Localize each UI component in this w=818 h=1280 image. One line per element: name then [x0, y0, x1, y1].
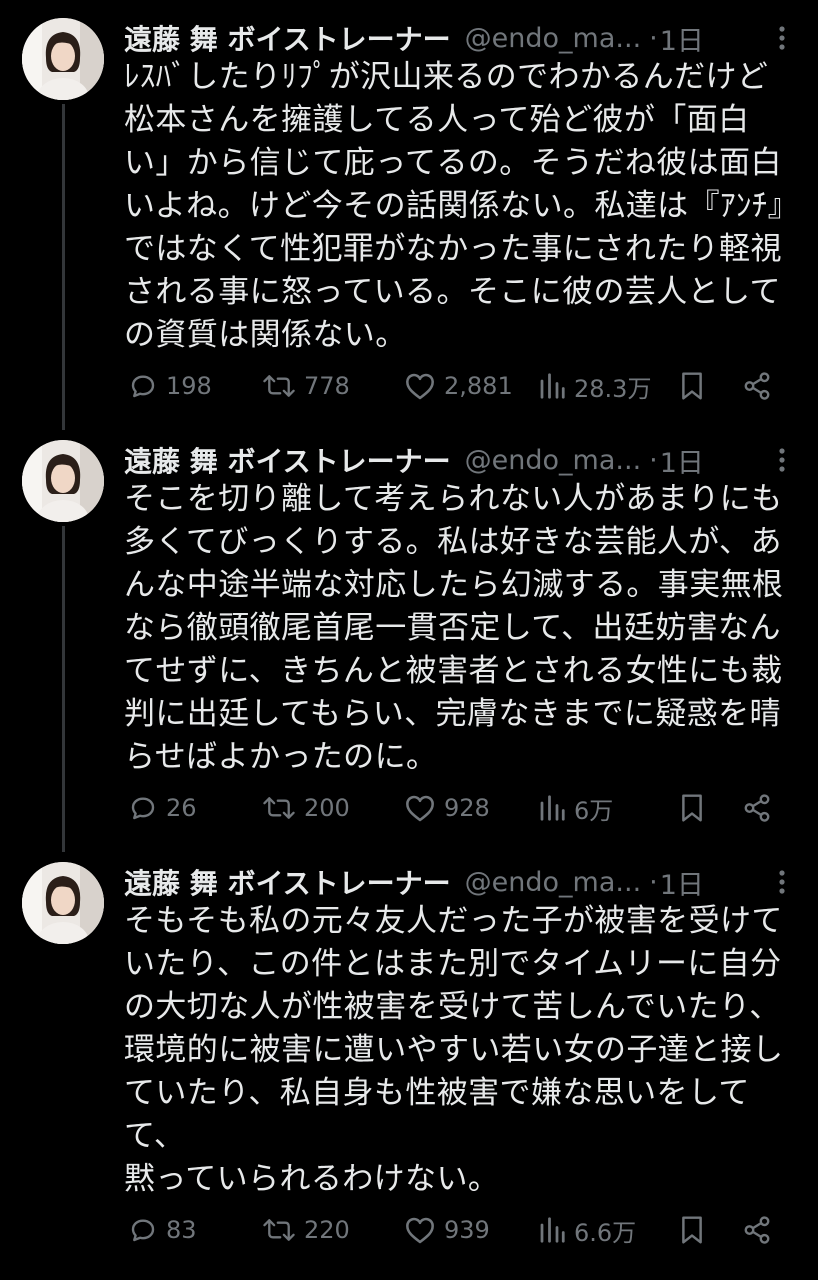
- repost-count: 220: [304, 1216, 350, 1244]
- bookmark-icon: [682, 1216, 702, 1244]
- reply-button[interactable]: 198: [128, 366, 212, 406]
- author-name[interactable]: 遠藤 舞 ボイストレーナー: [124, 440, 451, 480]
- reply-icon: [131, 797, 155, 820]
- reply-icon: [131, 375, 155, 398]
- share-icon: [744, 1216, 770, 1244]
- like-icon: [406, 1217, 434, 1244]
- separator: ·: [649, 22, 658, 54]
- like-icon: [406, 373, 434, 400]
- avatar[interactable]: [22, 18, 104, 100]
- tweet[interactable]: 遠藤 舞 ボイストレーナー @endo_ma... · 1日 そもそも私の元々友…: [0, 862, 818, 1262]
- author-handle[interactable]: @endo_ma...: [465, 445, 641, 476]
- bookmark-icon: [682, 794, 702, 822]
- share-button[interactable]: [742, 1210, 772, 1250]
- reply-count: 83: [166, 1216, 197, 1244]
- tweet[interactable]: 遠藤 舞 ボイストレーナー @endo_ma... · 1日 ﾚｽﾊﾞしたりﾘﾌ…: [0, 18, 818, 418]
- share-icon: [744, 372, 770, 400]
- like-button[interactable]: 2,881: [404, 366, 513, 406]
- share-button[interactable]: [742, 366, 772, 406]
- like-count: 939: [444, 1216, 490, 1244]
- tweet-actions: 26 200 928 6万: [128, 788, 788, 828]
- share-icon: [744, 794, 770, 822]
- repost-button[interactable]: 200: [262, 788, 350, 828]
- views-count: 6万: [574, 796, 614, 825]
- timestamp[interactable]: 1日: [660, 441, 704, 480]
- reply-icon: [131, 1219, 155, 1242]
- repost-icon: [263, 1219, 295, 1241]
- tweet-header: 遠藤 舞 ボイストレーナー @endo_ma... · 1日: [124, 862, 794, 902]
- tweet-actions: 83 220 939 6.6万: [128, 1210, 788, 1250]
- author-name[interactable]: 遠藤 舞 ボイストレーナー: [124, 18, 451, 58]
- like-count: 2,881: [444, 372, 513, 400]
- bookmark-icon: [682, 372, 702, 400]
- timestamp[interactable]: 1日: [660, 863, 704, 902]
- more-options-icon[interactable]: [770, 868, 794, 896]
- avatar[interactable]: [22, 440, 104, 522]
- views-count: 6.6万: [574, 1218, 637, 1247]
- author-name[interactable]: 遠藤 舞 ボイストレーナー: [124, 862, 451, 902]
- views-count: 28.3万: [574, 374, 652, 403]
- bookmark-button[interactable]: [678, 788, 706, 828]
- separator: ·: [649, 866, 658, 898]
- tweet-text: そこを切り離して考えられない人があまりにも多くてびっくりする。私は好きな芸能人が…: [124, 481, 784, 775]
- author-handle[interactable]: @endo_ma...: [465, 867, 641, 898]
- reply-count: 198: [166, 372, 212, 400]
- tweet-actions: 198 778 2,881 28.3万: [128, 366, 788, 406]
- reply-button[interactable]: 83: [128, 1210, 197, 1250]
- author-handle[interactable]: @endo_ma...: [465, 23, 641, 54]
- separator: ·: [649, 444, 658, 476]
- like-count: 928: [444, 794, 490, 822]
- tweet-header: 遠藤 舞 ボイストレーナー @endo_ma... · 1日: [124, 440, 794, 480]
- repost-button[interactable]: 778: [262, 366, 350, 406]
- like-icon: [406, 795, 434, 822]
- more-options-icon[interactable]: [770, 446, 794, 474]
- views-button[interactable]: 6.6万: [538, 1210, 636, 1250]
- repost-count: 200: [304, 794, 350, 822]
- tweet-header: 遠藤 舞 ボイストレーナー @endo_ma... · 1日: [124, 18, 794, 58]
- bookmark-button[interactable]: [678, 1210, 706, 1250]
- views-icon: [540, 1217, 565, 1243]
- tweet[interactable]: 遠藤 舞 ボイストレーナー @endo_ma... · 1日 そこを切り離して考…: [0, 440, 818, 840]
- timestamp[interactable]: 1日: [660, 19, 704, 58]
- tweet-text: ﾚｽﾊﾞしたりﾘﾌﾟが沢山来るのでわかるんだけど松本さんを擁護してる人って殆ど彼…: [124, 59, 784, 353]
- like-button[interactable]: 928: [404, 788, 490, 828]
- repost-count: 778: [304, 372, 350, 400]
- tweet-text: そもそも私の元々友人だった子が被害を受けていたり、この件とはまた別でタイムリーに…: [124, 903, 784, 1197]
- more-options-icon[interactable]: [770, 24, 794, 52]
- views-button[interactable]: 28.3万: [538, 366, 651, 406]
- repost-icon: [263, 375, 295, 397]
- views-icon: [540, 373, 565, 399]
- reply-count: 26: [166, 794, 197, 822]
- repost-button[interactable]: 220: [262, 1210, 350, 1250]
- reply-button[interactable]: 26: [128, 788, 197, 828]
- like-button[interactable]: 939: [404, 1210, 490, 1250]
- avatar[interactable]: [22, 862, 104, 944]
- bookmark-button[interactable]: [678, 366, 706, 406]
- share-button[interactable]: [742, 788, 772, 828]
- repost-icon: [263, 797, 295, 819]
- views-icon: [540, 795, 565, 821]
- views-button[interactable]: 6万: [538, 788, 613, 828]
